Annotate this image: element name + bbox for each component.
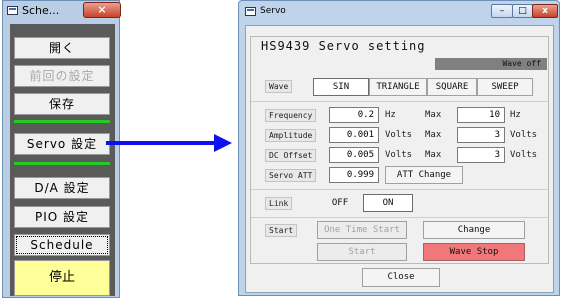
start-button[interactable]: Start [317,243,407,261]
servo-settings-button[interactable]: Servo 設定 [14,133,110,155]
change-button[interactable]: Change [423,221,525,239]
link-on-option[interactable]: ON [363,194,413,212]
close-button[interactable]: x [532,4,558,18]
link-off-option[interactable]: OFF [317,194,363,212]
servo-client-area: HS9439 Servo setting Wave off Wave SIN T… [245,25,554,293]
dc-offset-unit: Volts [385,150,413,160]
wave-sweep-option[interactable]: SWEEP [477,78,533,96]
dc-offset-input[interactable]: 0.005 [329,147,379,163]
arrow-right-icon [214,134,232,152]
maximize-icon: □ [518,6,527,16]
frequency-max-label: Max [425,110,442,120]
att-change-button[interactable]: ATT Change [385,166,463,184]
amplitude-max-unit: Volts [510,130,538,140]
schedule-title-text: Sche... [22,4,60,17]
servo-titlebar[interactable]: Servo – □ x [239,1,559,25]
frequency-max-unit: Hz [510,110,521,120]
close-icon: × [97,3,107,16]
wave-label: Wave [265,80,293,93]
link-label: Link [265,197,293,210]
separator [251,189,548,190]
frequency-input[interactable]: 0.2 [329,107,379,123]
pio-settings-button[interactable]: PIO 設定 [14,206,110,228]
separator [251,101,548,102]
amplitude-max-input[interactable]: 3 [457,127,505,143]
amplitude-label: Amplitude [265,129,317,142]
start-label: Start [265,224,298,237]
schedule-window-title: Sche... [7,4,59,17]
close-button[interactable]: × [83,2,121,18]
save-button[interactable]: 保存 [14,93,110,115]
separator-line [14,120,110,123]
servo-att-input[interactable]: 0.999 [329,167,379,183]
arrow-shaft [106,141,218,145]
wave-status-indicator: Wave off [435,58,547,70]
stop-button[interactable]: 停止 [14,260,110,296]
dc-offset-label: DC Offset [265,149,317,162]
wave-sin-option[interactable]: SIN [313,78,369,96]
wave-stop-button[interactable]: Wave Stop [423,243,525,261]
servo-setting-group: HS9439 Servo setting Wave off Wave SIN T… [250,36,549,264]
dc-offset-max-input[interactable]: 3 [457,147,505,163]
servo-window-title: Servo [245,6,286,16]
window-icon [7,6,18,15]
servo-window: Servo – □ x HS9439 Servo setting Wave of… [238,0,560,296]
dc-offset-max-label: Max [425,150,442,160]
open-button[interactable]: 開く [14,37,110,59]
schedule-button[interactable]: Schedule [14,234,110,256]
frequency-max-input[interactable]: 10 [457,107,505,123]
close-dialog-button[interactable]: Close [362,268,440,287]
amplitude-max-label: Max [425,130,442,140]
frequency-unit: Hz [385,110,396,120]
amplitude-unit: Volts [385,130,413,140]
one-time-start-button[interactable]: One Time Start [317,221,407,239]
schedule-window: Sche... × 開く 前回の設定 保存 Servo 設定 D/A 設定 PI… [2,0,121,298]
amplitude-input[interactable]: 0.001 [329,127,379,143]
window-icon [245,6,256,16]
da-settings-button[interactable]: D/A 設定 [14,177,110,199]
wave-triangle-option[interactable]: TRIANGLE [369,78,427,96]
minimize-icon: – [499,6,505,16]
group-title: HS9439 Servo setting [259,39,428,53]
schedule-client-area: 開く 前回の設定 保存 Servo 設定 D/A 設定 PIO 設定 Sched… [10,24,115,296]
maximize-button[interactable]: □ [512,4,533,18]
servo-title-text: Servo [260,6,286,16]
servo-att-label: Servo ATT [265,169,317,182]
minimize-button[interactable]: – [491,4,513,18]
previous-settings-button[interactable]: 前回の設定 [14,65,110,87]
close-icon: x [542,6,548,16]
separator-line [14,162,110,165]
frequency-label: Frequency [265,109,317,122]
wave-square-option[interactable]: SQUARE [427,78,477,96]
dc-offset-max-unit: Volts [510,150,538,160]
separator [251,217,548,218]
